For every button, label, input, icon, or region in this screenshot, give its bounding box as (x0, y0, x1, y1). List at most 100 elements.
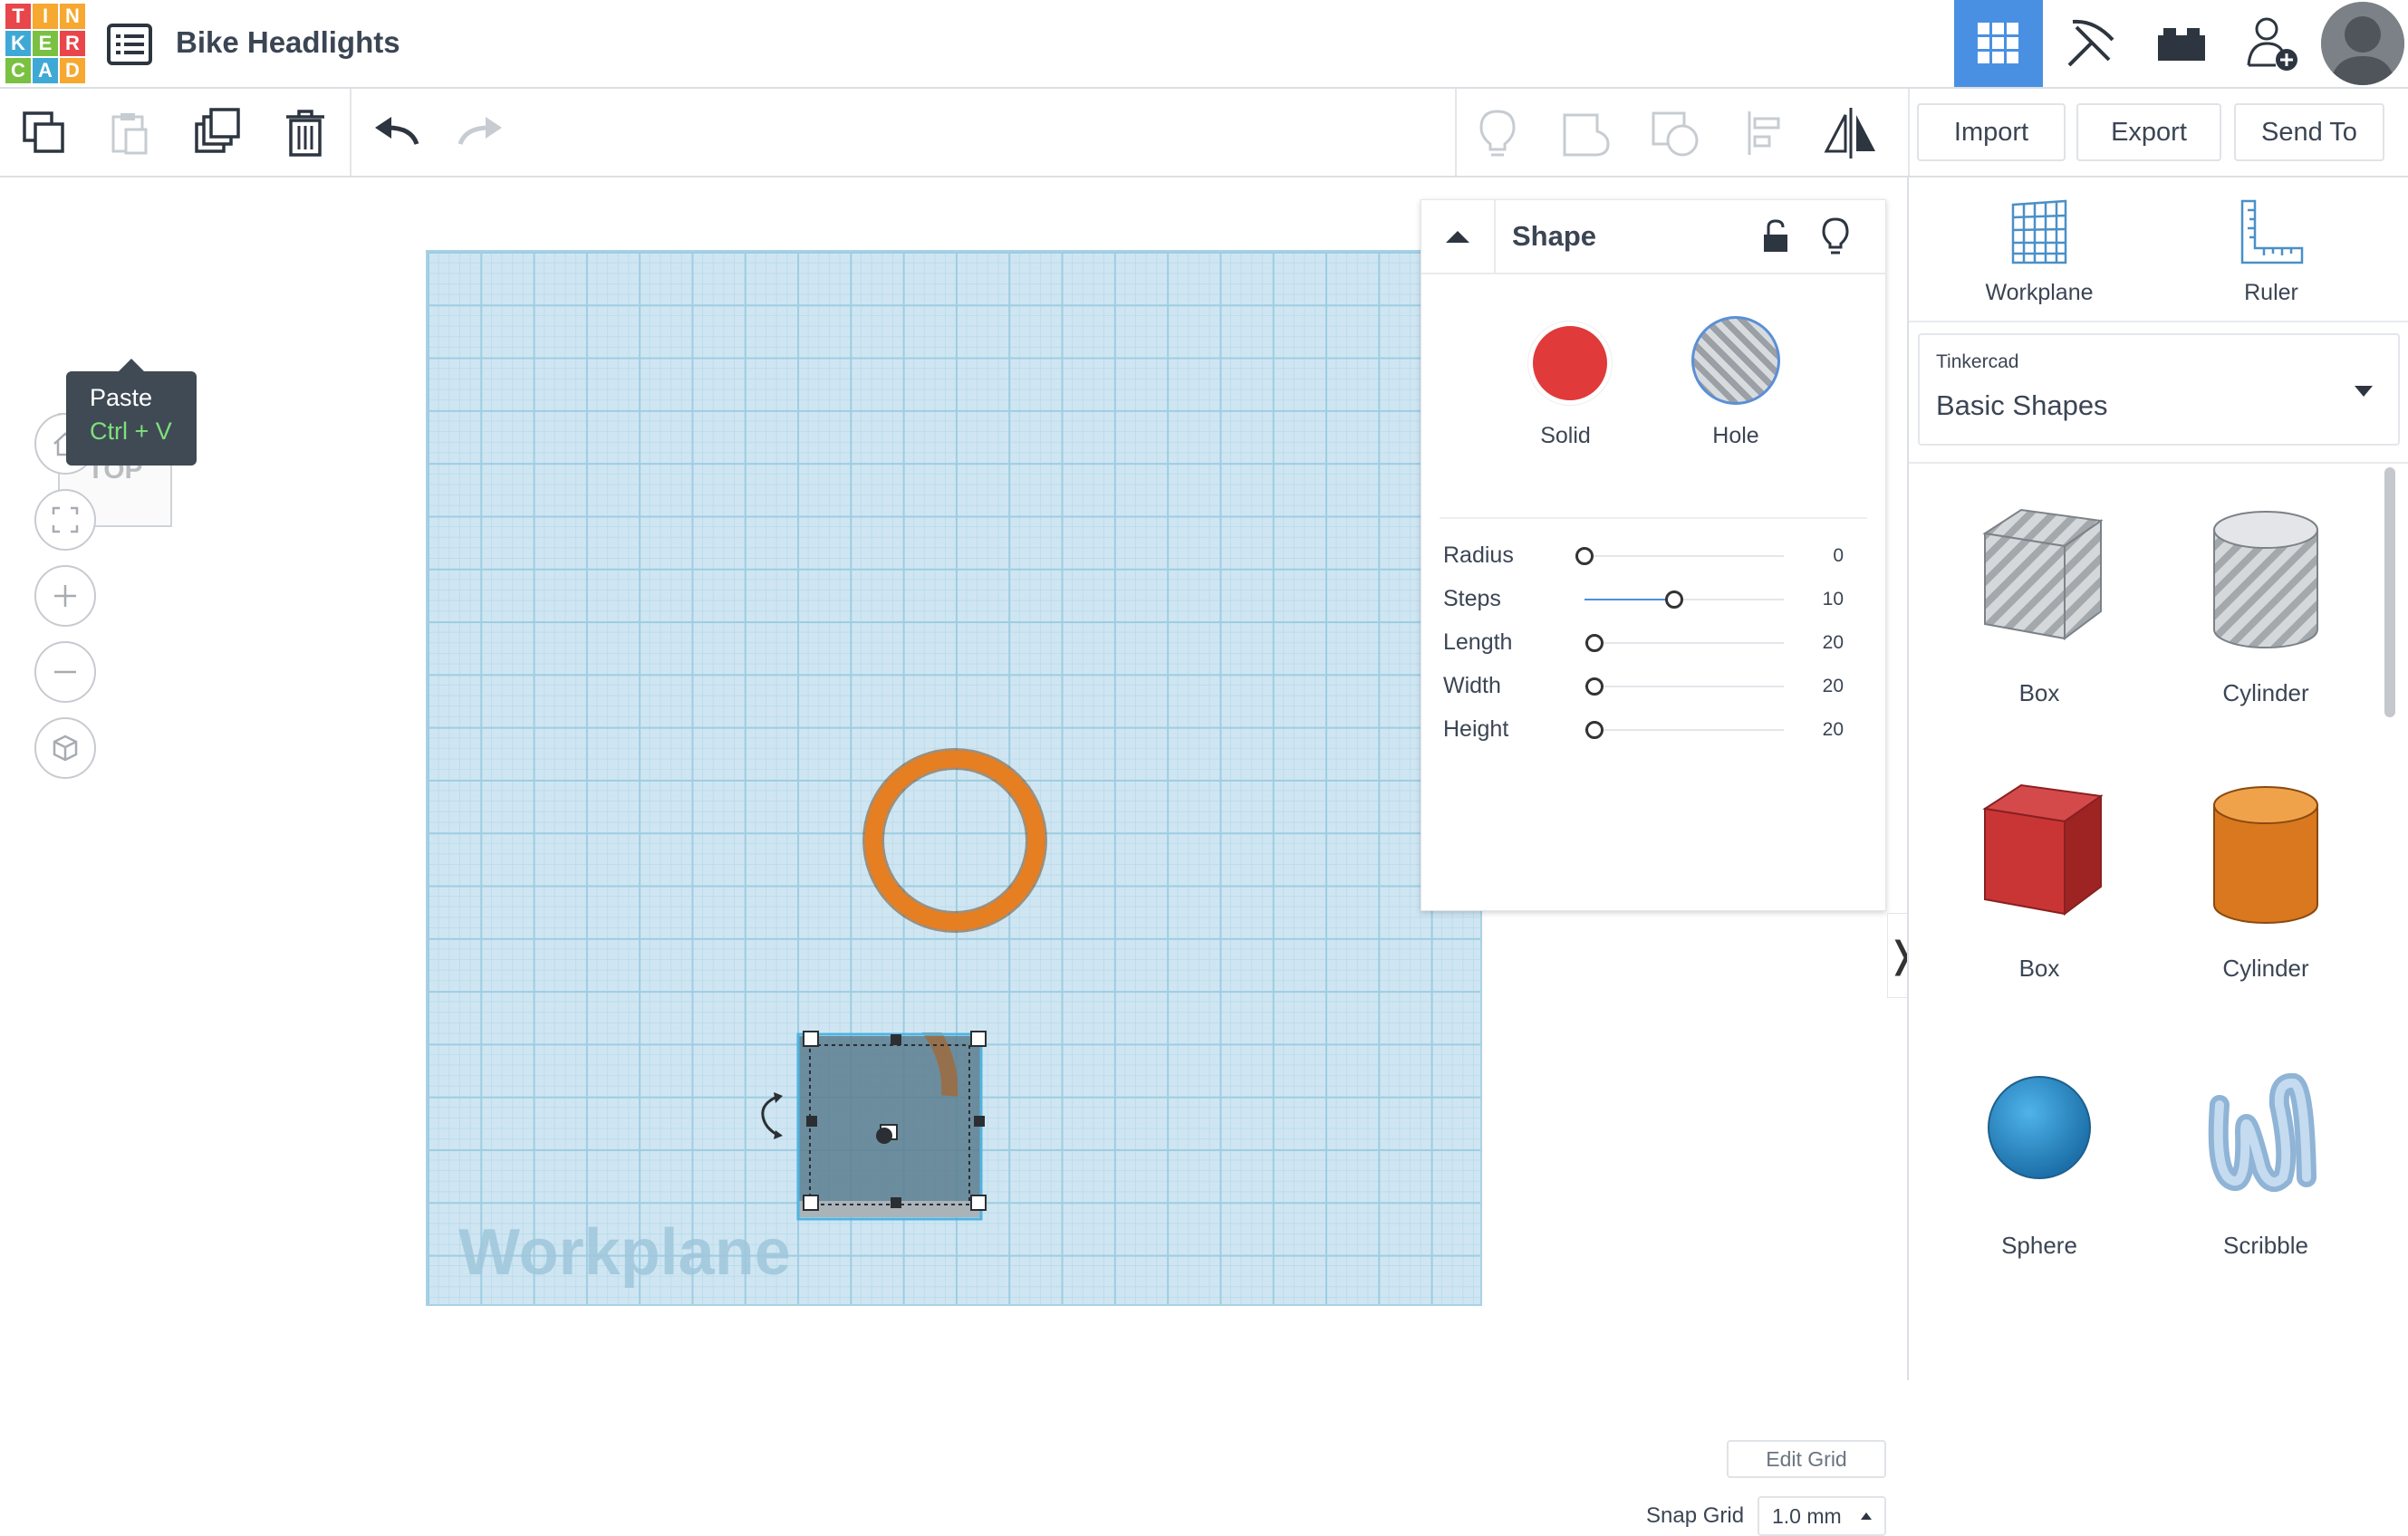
cylinder-icon (2213, 786, 2318, 924)
send-to-button[interactable]: Send To (2234, 103, 2384, 161)
add-user-icon (2247, 17, 2297, 71)
solid-color-swatch[interactable] (1528, 322, 1612, 405)
library-name: Basic Shapes (1936, 389, 2108, 421)
property-value[interactable]: 20 (1823, 719, 1844, 741)
shape-label: Scribble (2223, 1232, 2308, 1259)
inspector-title: Shape (1512, 220, 1597, 252)
mirror-button[interactable] (1819, 101, 1883, 165)
property-slider-track[interactable] (1584, 729, 1784, 731)
design-list-icon[interactable] (107, 24, 152, 65)
property-value[interactable]: 20 (1823, 676, 1844, 697)
tooltip-shortcut: Ctrl + V (90, 418, 172, 445)
ruler-tool-label: Ruler (2244, 280, 2298, 305)
property-slider-knob[interactable] (1585, 721, 1604, 739)
property-label: Width (1443, 673, 1501, 698)
property-slider-knob[interactable] (1585, 634, 1604, 652)
zoom-in-button[interactable] (34, 565, 96, 627)
box-icon (1982, 783, 2104, 916)
property-slider-track[interactable] (1584, 642, 1784, 644)
ungroup-icon (1652, 111, 1699, 157)
caret-up-icon (1861, 1512, 1872, 1520)
align-icon (1748, 111, 1780, 155)
invite-user-button[interactable] (2228, 0, 2316, 87)
blocks-view-button[interactable] (2047, 0, 2135, 87)
shape-library-select[interactable]: Tinkercad Basic Shapes (1918, 333, 2400, 446)
selection-handles[interactable] (795, 1023, 995, 1223)
edit-grid-button[interactable]: Edit Grid (1727, 1440, 1886, 1478)
solid-label: Solid (1540, 423, 1591, 448)
redo-button[interactable] (449, 101, 513, 165)
show-all-button[interactable] (1466, 101, 1529, 165)
3d-design-view-button[interactable] (1954, 0, 2043, 87)
tooltip-title: Paste (90, 384, 153, 411)
3d-workspace[interactable]: Workplane TOP Paste Ctrl + V Shape Solid… (0, 178, 1917, 1536)
group-button[interactable] (1555, 101, 1618, 165)
align-button[interactable] (1732, 101, 1796, 165)
ruler-icon (2240, 199, 2304, 264)
design-title[interactable]: Bike Headlights (176, 25, 400, 60)
logo-letter: N (60, 4, 85, 29)
property-value[interactable]: 0 (1833, 545, 1844, 567)
property-value[interactable]: 10 (1823, 589, 1844, 610)
property-slider-knob[interactable] (1575, 547, 1594, 565)
tinkercad-logo[interactable]: TIN KER CAD (5, 4, 85, 83)
fit-view-button[interactable] (34, 489, 96, 551)
shape-label: Cylinder (2222, 679, 2309, 706)
logo-letter: A (33, 58, 58, 83)
user-avatar[interactable] (2321, 2, 2404, 85)
perspective-button[interactable] (34, 717, 96, 779)
torus-object[interactable] (857, 743, 1053, 938)
bricks-view-button[interactable] (2137, 0, 2226, 87)
lightbulb-icon[interactable] (1820, 216, 1851, 256)
ruler-tool[interactable]: Ruler (2199, 197, 2344, 306)
property-slider-knob[interactable] (1585, 677, 1604, 696)
logo-letter: C (5, 58, 31, 83)
collapse-inspector-button[interactable] (1421, 200, 1496, 273)
group-icon (1563, 113, 1610, 157)
plus-icon (54, 585, 76, 607)
fit-icon (52, 506, 79, 533)
workplane-tool[interactable]: Workplane (1967, 197, 2112, 306)
property-slider-track[interactable] (1584, 686, 1784, 687)
delete-button[interactable] (274, 101, 337, 165)
property-label: Length (1443, 629, 1513, 655)
shape-sphere[interactable]: Sphere (1940, 1042, 2139, 1277)
property-value[interactable]: 20 (1823, 632, 1844, 654)
shape-label: Sphere (2001, 1232, 2077, 1259)
duplicate-icon (195, 108, 240, 153)
library-category: Tinkercad (1936, 351, 2019, 372)
shape-box[interactable]: Box (1940, 764, 2139, 1000)
undo-button[interactable] (364, 101, 428, 165)
snap-grid-value: 1.0 mm (1772, 1503, 1842, 1528)
paste-button[interactable] (98, 101, 161, 165)
cube-icon (53, 734, 78, 762)
shape-cylinder-hole[interactable]: Cylinder (2166, 489, 2365, 725)
logo-letter: K (5, 31, 31, 56)
zoom-out-button[interactable] (34, 641, 96, 703)
shape-scribble[interactable]: Scribble (2166, 1042, 2365, 1277)
copy-button[interactable] (13, 101, 76, 165)
hole-label: Hole (1712, 423, 1759, 448)
import-button[interactable]: Import (1917, 103, 2066, 161)
shape-inspector: Shape Solid Hole Radius 0 Steps 10 Length 20 W… (1421, 199, 1886, 911)
hole-swatch[interactable] (1691, 316, 1780, 405)
shapes-scrollbar[interactable] (2384, 467, 2395, 717)
paste-tooltip: Paste Ctrl + V (66, 359, 197, 466)
shape-cylinder[interactable]: Cylinder (2166, 764, 2365, 1000)
lightbulb-icon (1479, 110, 1516, 157)
unlock-icon[interactable] (1760, 218, 1791, 254)
duplicate-button[interactable] (187, 101, 250, 165)
snap-grid-select[interactable]: 1.0 mm (1758, 1496, 1886, 1536)
pickaxe-icon (2067, 19, 2114, 67)
shape-box-hole[interactable]: Box (1940, 489, 2139, 725)
ungroup-button[interactable] (1643, 101, 1707, 165)
property-slider-knob[interactable] (1665, 590, 1683, 609)
box-hole-icon (1982, 508, 2104, 640)
shape-label: Box (2018, 955, 2060, 982)
property-slider-track[interactable] (1584, 555, 1784, 557)
logo-letter: T (5, 4, 31, 29)
copy-icon (23, 111, 64, 153)
clipboard-icon (111, 113, 148, 155)
export-button[interactable]: Export (2076, 103, 2221, 161)
rotate-handle-icon[interactable] (756, 1090, 788, 1141)
